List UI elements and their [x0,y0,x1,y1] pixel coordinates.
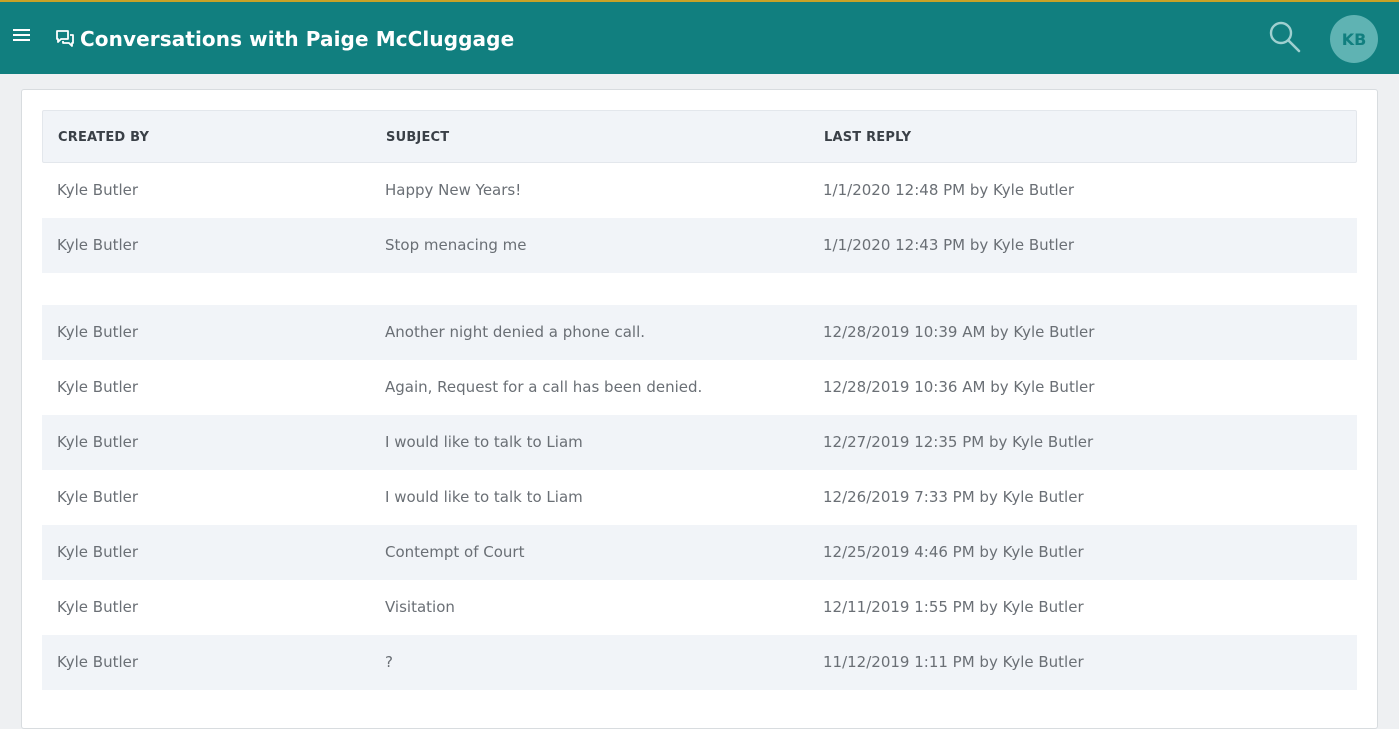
table-row[interactable]: Kyle Butler I would like to talk to Liam… [42,415,1357,470]
cell-created-by: Kyle Butler [57,181,139,199]
cell-subject: ? [385,653,393,671]
cell-created-by: Kyle Butler [57,433,139,451]
column-header-subject[interactable]: SUBJECT [386,111,449,164]
cell-created-by: Kyle Butler [57,323,139,341]
cell-last-reply: 12/27/2019 12:35 PM by Kyle Butler [823,433,1094,451]
table-row[interactable]: Kyle Butler Contempt of Court 12/25/2019… [42,525,1357,580]
cell-created-by: Kyle Butler [57,653,139,671]
cell-last-reply: 12/11/2019 1:55 PM by Kyle Butler [823,598,1084,616]
conversations-card: CREATED BY SUBJECT LAST REPLY Kyle Butle… [21,89,1378,729]
table-row[interactable]: Kyle Butler ? 11/12/2019 1:11 PM by Kyle… [42,635,1357,690]
cell-last-reply: 11/12/2019 1:11 PM by Kyle Butler [823,653,1084,671]
search-icon[interactable] [1268,20,1302,54]
table-row[interactable]: Kyle Butler Again, Request for a call ha… [42,360,1357,415]
cell-last-reply: 12/26/2019 7:33 PM by Kyle Butler [823,488,1084,506]
hamburger-menu-icon[interactable] [13,29,30,43]
cell-last-reply: 1/1/2020 12:48 PM by Kyle Butler [823,181,1075,199]
cell-created-by: Kyle Butler [57,543,139,561]
cell-created-by: Kyle Butler [57,488,139,506]
cell-created-by: Kyle Butler [57,598,139,616]
table-header: CREATED BY SUBJECT LAST REPLY [42,110,1357,163]
cell-subject: Stop menacing me [385,236,527,254]
column-header-created-by[interactable]: CREATED BY [58,111,149,164]
cell-last-reply: 1/1/2020 12:43 PM by Kyle Butler [823,236,1075,254]
table-row[interactable]: Kyle Butler Happy New Years! 1/1/2020 12… [42,163,1357,218]
table-row[interactable]: Kyle Butler Another night denied a phone… [42,305,1357,360]
cell-created-by: Kyle Butler [57,236,139,254]
cell-subject: Happy New Years! [385,181,522,199]
table-row[interactable]: Kyle Butler I would like to talk to Liam… [42,470,1357,525]
app-bar: Conversations with Paige McCluggage KB [0,0,1399,74]
cell-subject: Contempt of Court [385,543,525,561]
cell-subject: Another night denied a phone call. [385,323,646,341]
cell-last-reply: 12/28/2019 10:36 AM by Kyle Butler [823,378,1095,396]
page-title-group: Conversations with Paige McCluggage [55,24,514,54]
page-title: Conversations with Paige McCluggage [80,27,515,51]
conversations-table: CREATED BY SUBJECT LAST REPLY Kyle Butle… [42,110,1357,690]
cell-subject: I would like to talk to Liam [385,433,583,451]
chat-bubbles-icon [56,30,74,47]
cell-subject: I would like to talk to Liam [385,488,583,506]
cell-subject: Again, Request for a call has been denie… [385,378,703,396]
column-header-last-reply[interactable]: LAST REPLY [824,111,911,164]
cell-subject: Visitation [385,598,455,616]
table-row[interactable]: Kyle Butler Visitation 12/11/2019 1:55 P… [42,580,1357,635]
table-row[interactable]: Kyle Butler Stop menacing me 1/1/2020 12… [42,218,1357,273]
row-spacer [42,273,1357,305]
cell-last-reply: 12/28/2019 10:39 AM by Kyle Butler [823,323,1095,341]
cell-last-reply: 12/25/2019 4:46 PM by Kyle Butler [823,543,1084,561]
avatar[interactable]: KB [1330,15,1378,63]
cell-created-by: Kyle Butler [57,378,139,396]
